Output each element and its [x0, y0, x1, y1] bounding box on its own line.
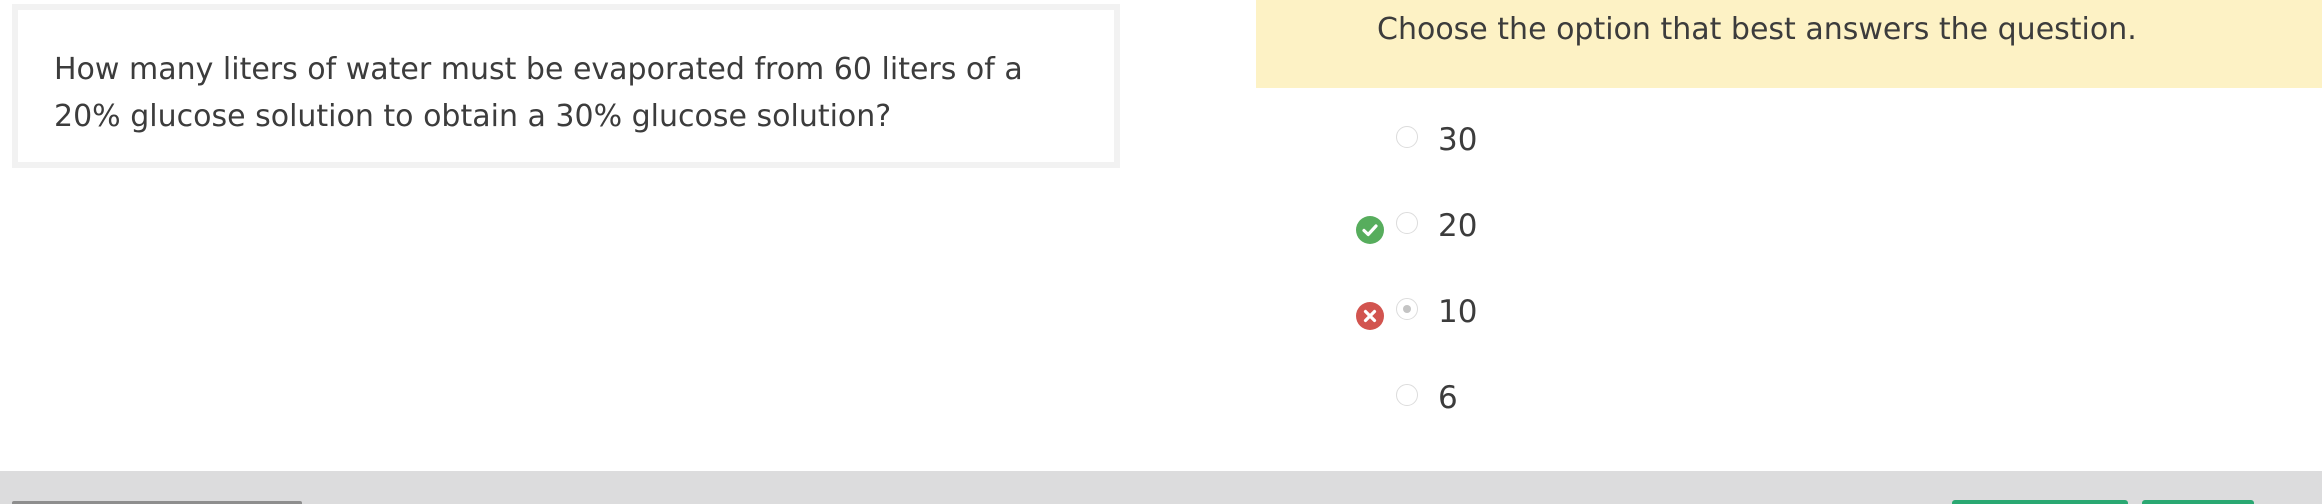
- check-circle-icon: [1356, 216, 1384, 244]
- instruction-banner: Choose the option that best answers the …: [1256, 0, 2322, 88]
- option-label: 30: [1438, 122, 1478, 158]
- footer-bar: [0, 471, 2322, 504]
- radio-button[interactable]: [1396, 212, 1418, 234]
- option-label: 10: [1438, 294, 1478, 330]
- radio-button[interactable]: [1396, 384, 1418, 406]
- x-circle-icon: [1356, 302, 1384, 330]
- question-text: How many liters of water must be evapora…: [54, 52, 1023, 134]
- radio-button[interactable]: [1396, 126, 1418, 148]
- radio-button-selected[interactable]: [1396, 298, 1418, 320]
- footer-primary-button[interactable]: [1952, 500, 2128, 504]
- instruction-text: Choose the option that best answers the …: [1377, 12, 2137, 47]
- option-label: 6: [1438, 380, 1458, 416]
- footer-secondary-button[interactable]: [2142, 500, 2254, 504]
- option-label: 20: [1438, 208, 1478, 244]
- question-card: How many liters of water must be evapora…: [12, 4, 1120, 168]
